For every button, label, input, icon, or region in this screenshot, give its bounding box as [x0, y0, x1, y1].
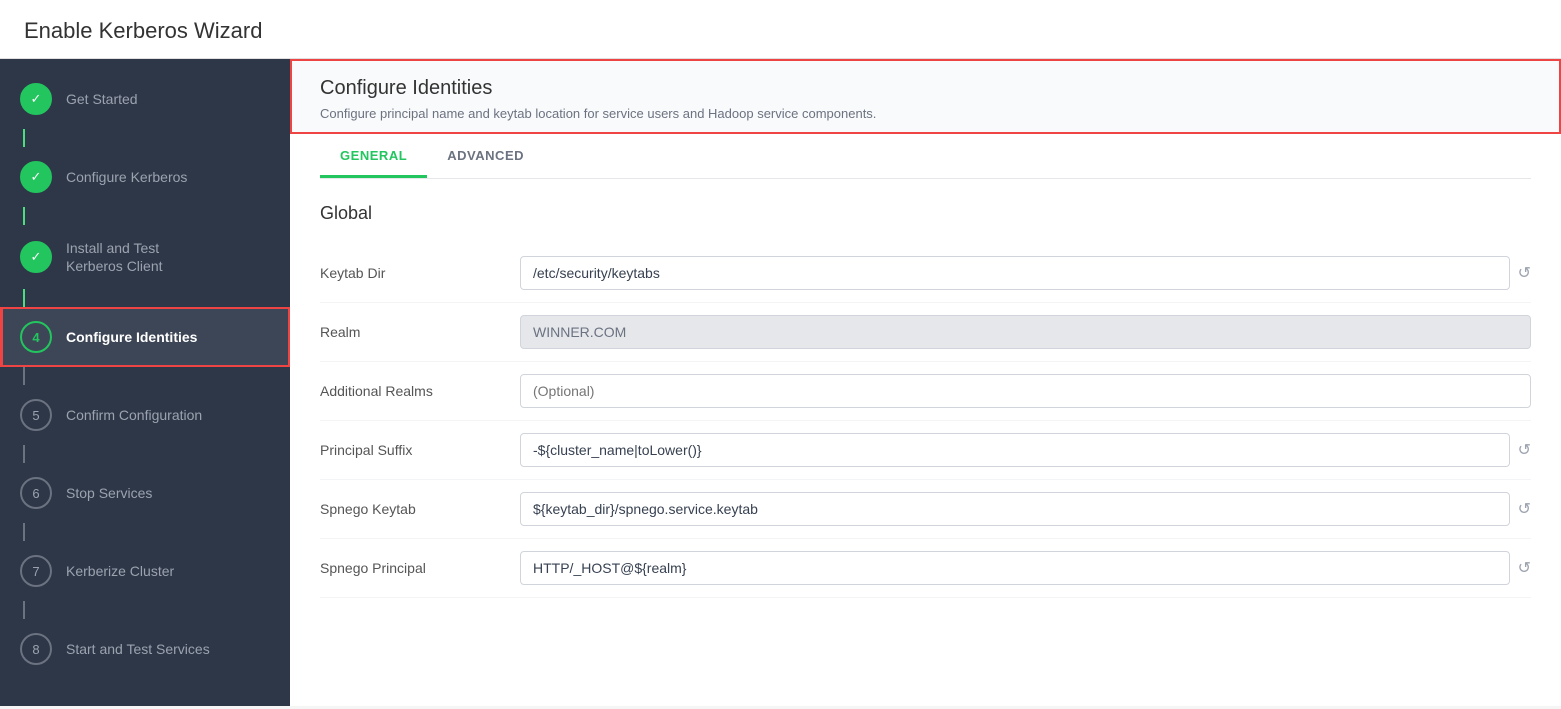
label-additional-realms: Additional Realms	[320, 383, 520, 399]
label-keytab-dir: Keytab Dir	[320, 265, 520, 281]
step-label-4: Configure Identities	[66, 328, 197, 346]
step-number-6: 6	[32, 486, 39, 501]
step-circle-4: 4	[20, 321, 52, 353]
check-icon-1: ✓	[31, 91, 42, 107]
section-title-global: Global	[320, 203, 1531, 224]
step-circle-6: 6	[20, 477, 52, 509]
input-spnego-keytab[interactable]	[520, 492, 1510, 526]
connector-6-7	[23, 523, 25, 541]
check-icon-2: ✓	[31, 169, 42, 185]
label-realm: Realm	[320, 324, 520, 340]
connector-4-5	[23, 367, 25, 385]
tabs-container: GENERAL ADVANCED	[320, 134, 1531, 179]
sidebar-item-get-started[interactable]: ✓ Get Started	[0, 69, 290, 129]
step-label-5: Confirm Configuration	[66, 406, 202, 424]
step-circle-2: ✓	[20, 161, 52, 193]
content-subtitle: Configure principal name and keytab loca…	[320, 106, 1531, 121]
field-row-spnego-principal: Spnego Principal ↺	[320, 539, 1531, 598]
input-wrapper-additional-realms	[520, 374, 1531, 408]
input-wrapper-spnego-principal: ↺	[520, 551, 1531, 585]
content-body: GENERAL ADVANCED Global Keytab Dir ↺ Rea…	[290, 134, 1561, 628]
content-area: Configure Identities Configure principal…	[290, 59, 1561, 706]
connector-7-8	[23, 601, 25, 619]
content-header: Configure Identities Configure principal…	[290, 59, 1561, 134]
refresh-icon-spnego-principal[interactable]: ↺	[1518, 558, 1531, 578]
label-principal-suffix: Principal Suffix	[320, 442, 520, 458]
step-label-6: Stop Services	[66, 484, 152, 502]
sidebar-item-stop-services[interactable]: 6 Stop Services	[0, 463, 290, 523]
sidebar-item-configure-kerberos[interactable]: ✓ Configure Kerberos	[0, 147, 290, 207]
label-spnego-principal: Spnego Principal	[320, 560, 520, 576]
check-icon-3: ✓	[31, 249, 42, 265]
refresh-icon-principal-suffix[interactable]: ↺	[1518, 440, 1531, 460]
field-row-spnego-keytab: Spnego Keytab ↺	[320, 480, 1531, 539]
content-title: Configure Identities	[320, 77, 1531, 100]
sidebar-item-start-test-services[interactable]: 8 Start and Test Services	[0, 619, 290, 679]
step-circle-7: 7	[20, 555, 52, 587]
connector-1-2	[23, 129, 25, 147]
input-realm	[520, 315, 1531, 349]
step-label-1: Get Started	[66, 90, 138, 108]
step-label-3: Install and Test Kerberos Client	[66, 239, 163, 275]
field-row-keytab-dir: Keytab Dir ↺	[320, 244, 1531, 303]
step-number-7: 7	[32, 564, 39, 579]
step-circle-5: 5	[20, 399, 52, 431]
step-label-8: Start and Test Services	[66, 640, 210, 658]
tab-advanced[interactable]: ADVANCED	[427, 134, 544, 178]
label-spnego-keytab: Spnego Keytab	[320, 501, 520, 517]
field-row-principal-suffix: Principal Suffix ↺	[320, 421, 1531, 480]
step-number-8: 8	[32, 642, 39, 657]
step-label-2: Configure Kerberos	[66, 168, 187, 186]
input-wrapper-realm	[520, 315, 1531, 349]
tab-general[interactable]: GENERAL	[320, 134, 427, 178]
input-spnego-principal[interactable]	[520, 551, 1510, 585]
sidebar-item-kerberize-cluster[interactable]: 7 Kerberize Cluster	[0, 541, 290, 601]
input-additional-realms[interactable]	[520, 374, 1531, 408]
sidebar-item-install-test[interactable]: ✓ Install and Test Kerberos Client	[0, 225, 290, 289]
sidebar-item-configure-identities[interactable]: 4 Configure Identities	[0, 307, 290, 367]
input-keytab-dir[interactable]	[520, 256, 1510, 290]
refresh-icon-spnego-keytab[interactable]: ↺	[1518, 499, 1531, 519]
connector-2-3	[23, 207, 25, 225]
connector-5-6	[23, 445, 25, 463]
field-row-additional-realms: Additional Realms	[320, 362, 1531, 421]
wizard-sidebar: ✓ Get Started ✓ Configure Kerberos ✓ Ins…	[0, 59, 290, 706]
step-number-5: 5	[32, 408, 39, 423]
input-wrapper-spnego-keytab: ↺	[520, 492, 1531, 526]
connector-3-4	[23, 289, 25, 307]
step-label-7: Kerberize Cluster	[66, 562, 174, 580]
refresh-icon-keytab-dir[interactable]: ↺	[1518, 263, 1531, 283]
input-principal-suffix[interactable]	[520, 433, 1510, 467]
page-title: Enable Kerberos Wizard	[0, 0, 1561, 59]
input-wrapper-keytab-dir: ↺	[520, 256, 1531, 290]
input-wrapper-principal-suffix: ↺	[520, 433, 1531, 467]
step-number-4: 4	[32, 330, 39, 345]
field-row-realm: Realm	[320, 303, 1531, 362]
step-circle-8: 8	[20, 633, 52, 665]
step-circle-3: ✓	[20, 241, 52, 273]
sidebar-item-confirm-configuration[interactable]: 5 Confirm Configuration	[0, 385, 290, 445]
step-circle-1: ✓	[20, 83, 52, 115]
